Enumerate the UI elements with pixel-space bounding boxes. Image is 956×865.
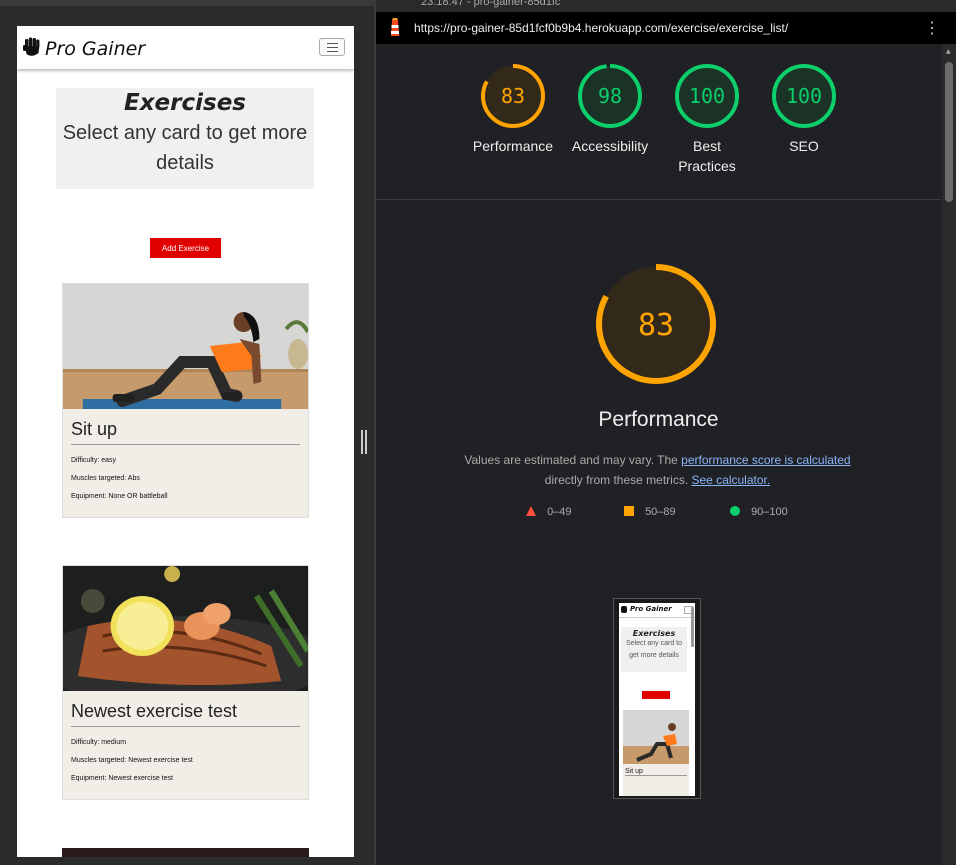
score-gauge-2-value: 100 [689, 84, 725, 108]
resize-handle[interactable] [361, 430, 367, 454]
main-gauge-ring: 83 [596, 264, 716, 384]
page-screenshot-thumbnail[interactable]: Pro Gainer Exercises Select any card to … [613, 598, 701, 799]
card-difficulty: Difficulty: easy [71, 457, 116, 464]
card-muscles: Muscles targeted: Abs [71, 475, 140, 482]
report-tab-strip: 23:18:47 - pro-gainer-85d1fc [376, 0, 956, 12]
card-title: Sit up [71, 419, 300, 445]
thumb-scrollbar [691, 607, 694, 647]
hamburger-icon-line [327, 47, 338, 48]
thumb-subtitle: Select any card to get more details [625, 640, 683, 659]
site-navbar: Pro Gainer [17, 26, 354, 69]
thumb-add-button [642, 691, 670, 699]
fist-icon [621, 606, 627, 613]
performance-heading: Performance [598, 408, 719, 431]
score-gauge-1-ring: 98 [578, 64, 642, 128]
score-gauge-1-value: 98 [598, 84, 622, 108]
desc-text: directly from these metrics. [544, 473, 692, 487]
performance-main-gauge: 83 [596, 264, 716, 388]
thumb-card-title: Sit up [625, 768, 687, 776]
score-gauge-3-value: 100 [786, 84, 822, 108]
scroll-up-arrow-icon[interactable]: ▲ [946, 48, 951, 55]
performance-description: Values are estimated and may vary. The p… [456, 450, 859, 490]
score-label: Accessibility [571, 138, 649, 154]
card-image-situp [63, 284, 308, 409]
preview-top-strip [0, 0, 374, 6]
card-muscles: Muscles targeted: Newest exercise test [71, 757, 193, 764]
score-gauge-performance[interactable]: 83 Performance [468, 64, 558, 156]
thumb-navbar: Pro Gainer [619, 603, 695, 618]
score-gauge-0-value: 83 [501, 84, 525, 108]
score-gauge-0-ring: 83 [481, 64, 545, 128]
scrollbar-thumb[interactable] [945, 62, 953, 202]
card-difficulty: Difficulty: medium [71, 739, 127, 746]
legend-fail: 0–49 [526, 506, 572, 518]
see-calculator-link[interactable]: See calculator. [691, 473, 770, 487]
page-title: Exercises [124, 90, 246, 116]
thumb-header: Exercises Select any card to get more de… [621, 627, 687, 672]
hamburger-icon [327, 43, 338, 44]
main-gauge-value: 83 [638, 308, 674, 343]
legend-range: 90–100 [751, 506, 788, 518]
desc-text: Values are estimated and may vary. The [464, 453, 682, 467]
exercise-card-partial[interactable] [62, 848, 309, 857]
score-gauge-best-practices[interactable]: 100 Best Practices [662, 64, 752, 176]
legend-average: 50–89 [624, 506, 676, 518]
site-brand[interactable]: Pro Gainer [23, 37, 145, 61]
fist-icon [23, 37, 41, 61]
thumb-brand: Pro Gainer [630, 605, 672, 613]
page-subtitle: Select any card to get more details [62, 122, 308, 174]
lighthouse-panel: 23:18:47 - pro-gainer-85d1fc https://pro… [376, 0, 956, 865]
url-bar: https://pro-gainer-85d1fcf0b9b4.herokuap… [376, 12, 956, 44]
thumb-title: Exercises [632, 629, 676, 638]
brand-name: Pro Gainer [45, 38, 146, 60]
hamburger-icon-line [327, 51, 338, 52]
thumb-card-image [623, 710, 689, 764]
report-tab-text[interactable]: 23:18:47 - pro-gainer-85d1fc [421, 0, 560, 8]
legend-range: 0–49 [547, 506, 572, 518]
score-gauge-accessibility[interactable]: 98 Accessibility [565, 64, 655, 156]
thumb-card-body: Sit up [623, 764, 689, 796]
circle-icon [730, 506, 740, 516]
score-label: Best Practices [678, 138, 736, 174]
card-equipment: Equipment: None OR battleball [71, 493, 168, 500]
panel-scrollbar[interactable]: ▲ [942, 44, 956, 865]
legend-range: 50–89 [645, 506, 676, 518]
square-icon [624, 506, 634, 516]
score-gauge-2-ring: 100 [675, 64, 739, 128]
more-options-icon[interactable]: ⋮ [924, 20, 940, 36]
card-image-salmon [63, 566, 308, 691]
score-label: SEO [789, 138, 819, 154]
exercise-card[interactable]: Newest exercise test Difficulty: medium … [62, 565, 309, 800]
report-url[interactable]: https://pro-gainer-85d1fcf0b9b4.herokuap… [414, 21, 788, 35]
triangle-icon [526, 506, 536, 516]
score-label: Performance [472, 138, 554, 154]
section-divider [376, 199, 941, 200]
add-exercise-button[interactable]: Add Exercise [150, 238, 221, 258]
card-title: Newest exercise test [71, 701, 300, 727]
score-gauge-3-ring: 100 [772, 64, 836, 128]
page-header: Exercises Select any card to get more de… [56, 88, 314, 189]
navbar-toggle-button[interactable] [319, 38, 345, 56]
mobile-viewport: Pro Gainer Exercises Select any card to … [17, 26, 354, 857]
lighthouse-icon [386, 18, 404, 42]
exercise-card[interactable]: Sit up Difficulty: easy Muscles targeted… [62, 283, 309, 518]
legend-pass: 90–100 [730, 506, 788, 518]
card-equipment: Equipment: Newest exercise test [71, 775, 173, 782]
thumbnail-content: Pro Gainer Exercises Select any card to … [619, 603, 695, 796]
score-gauge-seo[interactable]: 100 SEO [759, 64, 849, 156]
score-calculated-link[interactable]: performance score is calculated [681, 453, 850, 467]
